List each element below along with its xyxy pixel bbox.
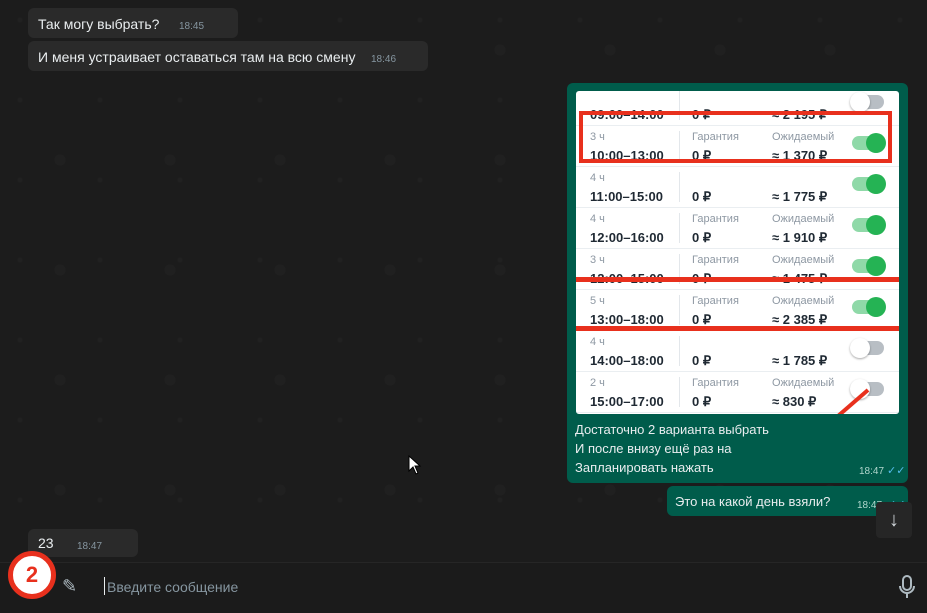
message-time: 18:45: [179, 21, 205, 32]
column-divider: [679, 213, 680, 243]
message-time: 18:47: [77, 541, 103, 552]
message-input[interactable]: [105, 574, 869, 600]
expected-value: ≈ 830 ₽: [772, 394, 817, 409]
shift-toggle: [852, 174, 886, 194]
microphone-icon[interactable]: [896, 574, 918, 600]
column-divider: [679, 172, 680, 202]
message-time: 18:47: [859, 466, 885, 477]
caption-line: И после внизу ещё раз на: [575, 441, 732, 456]
toggle-knob: [850, 338, 870, 358]
expected-value: ≈ 1 775 ₽: [772, 189, 828, 204]
shift-toggle: [852, 215, 886, 235]
shift-row: 3 ч12:00–15:00Гарантия0 ₽Ожидаемый≈ 1 47…: [576, 248, 899, 290]
toggle-knob: [866, 256, 886, 276]
expected-value: ≈ 1 910 ₽: [772, 230, 828, 245]
shift-duration: 2 ч: [590, 377, 605, 389]
image-caption: Достаточно 2 варианта выбрать И после вн…: [575, 420, 769, 477]
shift-row: 5 ч 13:00–18:00 Гарантия 0 ₽ Ожидаемый ≈ 2 38…: [576, 289, 899, 331]
guarantee-label: Гарантия: [692, 254, 739, 266]
caption-line: Запланировать нажать: [575, 460, 714, 475]
shift-duration: 4 ч: [590, 336, 605, 348]
arrow-down-icon: ↓: [889, 508, 899, 531]
highlight-arrow: [837, 388, 870, 414]
shift-time: 12:00–16:00: [590, 230, 664, 245]
toggle-knob: [850, 92, 870, 112]
column-divider: [679, 336, 680, 366]
incoming-message[interactable]: И меня устраивает оставаться там на всю …: [28, 41, 428, 71]
shift-time: 14:00–18:00: [590, 353, 664, 368]
incoming-message[interactable]: Так могу выбрать? 18:45: [28, 8, 238, 38]
highlight-box: [579, 111, 892, 163]
expected-label: Ожидаемый: [772, 295, 835, 307]
toggle-knob: [866, 297, 886, 317]
expected-label: Ожидаемый: [772, 213, 835, 225]
column-divider: [679, 377, 680, 407]
guarantee-label: Гарантия: [692, 295, 739, 307]
expected-value: ≈ 1 785 ₽: [772, 353, 828, 368]
double-check-icon: ✓✓: [887, 465, 906, 477]
shift-duration: 4 ч: [590, 213, 605, 225]
shift-row: 4 ч 12:00–16:00 Гарантия 0 ₽ Ожидаемый ≈ 1 91…: [576, 207, 899, 249]
outgoing-image-message[interactable]: 09:00–14:00 0 ₽ ≈ 2 195 ₽3 ч 10:00–13:00 Гар…: [567, 83, 908, 483]
text-caret: [104, 577, 105, 595]
message-text: Так могу выбрать?: [38, 16, 160, 32]
shift-duration: 3 ч: [590, 254, 605, 266]
shift-duration: 5 ч: [590, 295, 605, 307]
shift-time: 11:00–15:00: [590, 189, 664, 204]
scroll-to-bottom-button[interactable]: ↓: [876, 502, 912, 538]
incoming-message[interactable]: 23 18:47: [28, 529, 138, 557]
shift-toggle: [852, 297, 886, 317]
shift-toggle: [852, 256, 886, 276]
toggle-knob: [866, 215, 886, 235]
highlight-underline: [576, 277, 899, 282]
shift-duration: 4 ч: [590, 172, 605, 184]
guarantee-label: Гарантия: [692, 377, 739, 389]
message-text: Это на какой день взяли?: [675, 494, 831, 509]
message-text: 23: [38, 535, 54, 551]
highlight-underline: [576, 326, 899, 331]
caption-line: Достаточно 2 варианта выбрать: [575, 422, 769, 437]
shared-screenshot-image[interactable]: 09:00–14:00 0 ₽ ≈ 2 195 ₽3 ч 10:00–13:00 Гар…: [576, 91, 899, 414]
column-divider: [679, 295, 680, 325]
shift-row: 4 ч 14:00–18:00 0 ₽ ≈ 1 785 ₽: [576, 330, 899, 372]
shift-toggle: [850, 338, 884, 358]
guarantee-value: 0 ₽: [692, 394, 712, 409]
guarantee-value: 0 ₽: [692, 189, 712, 204]
expected-label: Ожидаемый: [772, 254, 835, 266]
message-text: И меня устраивает оставаться там на всю …: [38, 49, 356, 65]
shift-time: 13:00–18:00: [590, 312, 664, 327]
message-time: 18:46: [371, 54, 397, 65]
annotation-number-badge: 2: [8, 551, 56, 599]
shift-row: 4 ч 11:00–15:00 0 ₽ ≈ 1 775 ₽: [576, 166, 899, 208]
shift-toggle: [850, 92, 884, 112]
mouse-pointer-icon: [408, 455, 422, 475]
guarantee-value: 0 ₽: [692, 230, 712, 245]
outgoing-message[interactable]: Это на какой день взяли? 18:47 ✓✓: [667, 486, 908, 516]
guarantee-label: Гарантия: [692, 213, 739, 225]
paperclip-icon[interactable]: ✎: [62, 576, 77, 597]
toggle-knob: [866, 174, 886, 194]
shift-time: 15:00–17:00: [590, 394, 664, 409]
guarantee-value: 0 ₽: [692, 353, 712, 368]
